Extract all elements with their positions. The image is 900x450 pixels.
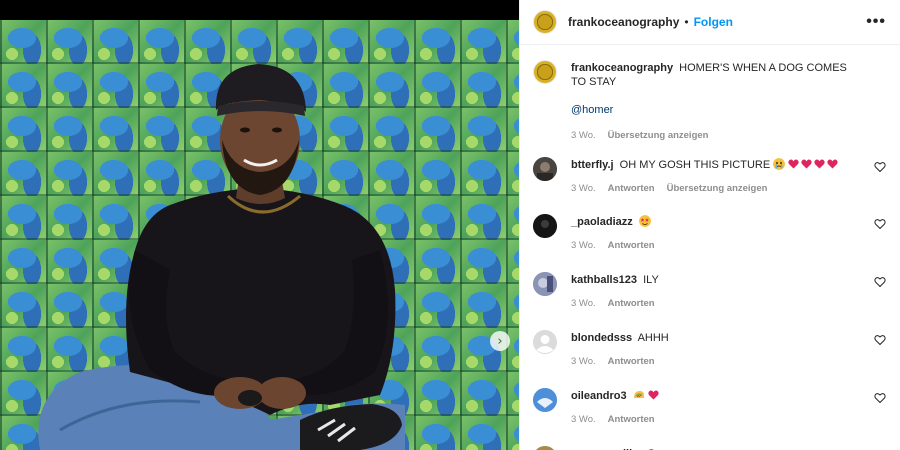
avatar[interactable] [533, 388, 557, 412]
avatar[interactable] [533, 446, 557, 450]
heart-outline-icon[interactable] [874, 334, 886, 346]
heart-outline-icon[interactable] [874, 276, 886, 288]
reply-button[interactable]: Antworten [608, 414, 655, 425]
reply-button[interactable]: Antworten [608, 298, 655, 309]
avatar[interactable] [533, 330, 557, 354]
avatar[interactable] [533, 10, 557, 34]
comment-username[interactable]: kathballs123 [571, 274, 637, 286]
heart-outline-icon[interactable] [874, 218, 886, 230]
star-struck-emoji [638, 215, 651, 228]
avatar[interactable] [533, 272, 557, 296]
taco-emoji [633, 390, 645, 402]
ellipsis-icon[interactable]: ••• [866, 13, 886, 31]
timestamp[interactable]: 3 Wo. [571, 183, 596, 194]
comment: _paoladiazz 3 Wo. Antworten [533, 212, 887, 251]
photo-subject [38, 64, 405, 450]
comment: quemarcellis [533, 444, 887, 450]
next-image-button[interactable]: › [490, 331, 510, 351]
timestamp[interactable]: 3 Wo. [571, 130, 596, 141]
caption: frankoceanography HOMER'S WHEN A DOG COM… [533, 58, 887, 141]
comment-username[interactable]: _paoladiazz [571, 216, 633, 228]
avatar[interactable] [533, 60, 557, 84]
post-username[interactable]: frankoceanography [568, 15, 679, 29]
reply-button[interactable]: Antworten [608, 240, 655, 251]
avatar-photo-icon [533, 272, 557, 296]
comment-username[interactable]: btterfly.j [571, 159, 614, 171]
comment: kathballs123 ILY 3 Wo. Antworten [533, 270, 887, 309]
comment: blondedsss AHHH 3 Wo. Antworten [533, 328, 887, 367]
timestamp[interactable]: 3 Wo. [571, 356, 596, 367]
caption-username[interactable]: frankoceanography [571, 62, 673, 74]
crying-face-emoji [773, 158, 786, 171]
translate-link[interactable]: Übersetzung anzeigen [667, 183, 768, 194]
chevron-right-icon: › [497, 333, 503, 349]
avatar-photo-icon [533, 157, 557, 181]
avatar[interactable] [533, 157, 557, 181]
reply-button[interactable]: Antworten [608, 183, 655, 194]
heart-outline-icon[interactable] [874, 161, 886, 173]
separator-dot: • [684, 15, 689, 29]
heart-outline-icon[interactable] [874, 392, 886, 404]
timestamp[interactable]: 3 Wo. [571, 240, 596, 251]
red-heart-emoji [788, 159, 840, 171]
comment: btterfly.j OH MY GOSH THIS PICTURE 3 Wo.… [533, 155, 887, 194]
timestamp[interactable]: 3 Wo. [571, 414, 596, 425]
red-heart-emoji [648, 390, 661, 402]
timestamp[interactable]: 3 Wo. [571, 298, 596, 309]
comment-text: ILY [643, 274, 659, 286]
comment: oileandro3 3 Wo. Antworten [533, 386, 887, 425]
avatar[interactable] [533, 214, 557, 238]
avatar-photo-icon [536, 446, 554, 450]
post-sidebar: frankoceanography • Folgen ••• frankocea… [519, 0, 900, 450]
post-photo[interactable]: › [0, 0, 519, 450]
translate-link[interactable]: Übersetzung anzeigen [608, 130, 709, 141]
default-avatar-icon [533, 330, 557, 354]
avatar-photo-icon [533, 214, 557, 238]
comment-text: OH MY GOSH THIS PICTURE [619, 159, 771, 171]
comment-username[interactable]: oileandro3 [571, 390, 627, 402]
reply-button[interactable]: Antworten [608, 356, 655, 367]
avatar-photo-icon [533, 388, 557, 412]
follow-button[interactable]: Folgen [694, 15, 733, 29]
caption-mention[interactable]: @homer [571, 104, 613, 116]
comment-username[interactable]: blondedsss [571, 332, 632, 344]
comments-list: frankoceanography HOMER'S WHEN A DOG COM… [520, 58, 900, 450]
post-header: frankoceanography • Folgen ••• [520, 0, 900, 45]
comment-text: AHHH [637, 332, 669, 344]
